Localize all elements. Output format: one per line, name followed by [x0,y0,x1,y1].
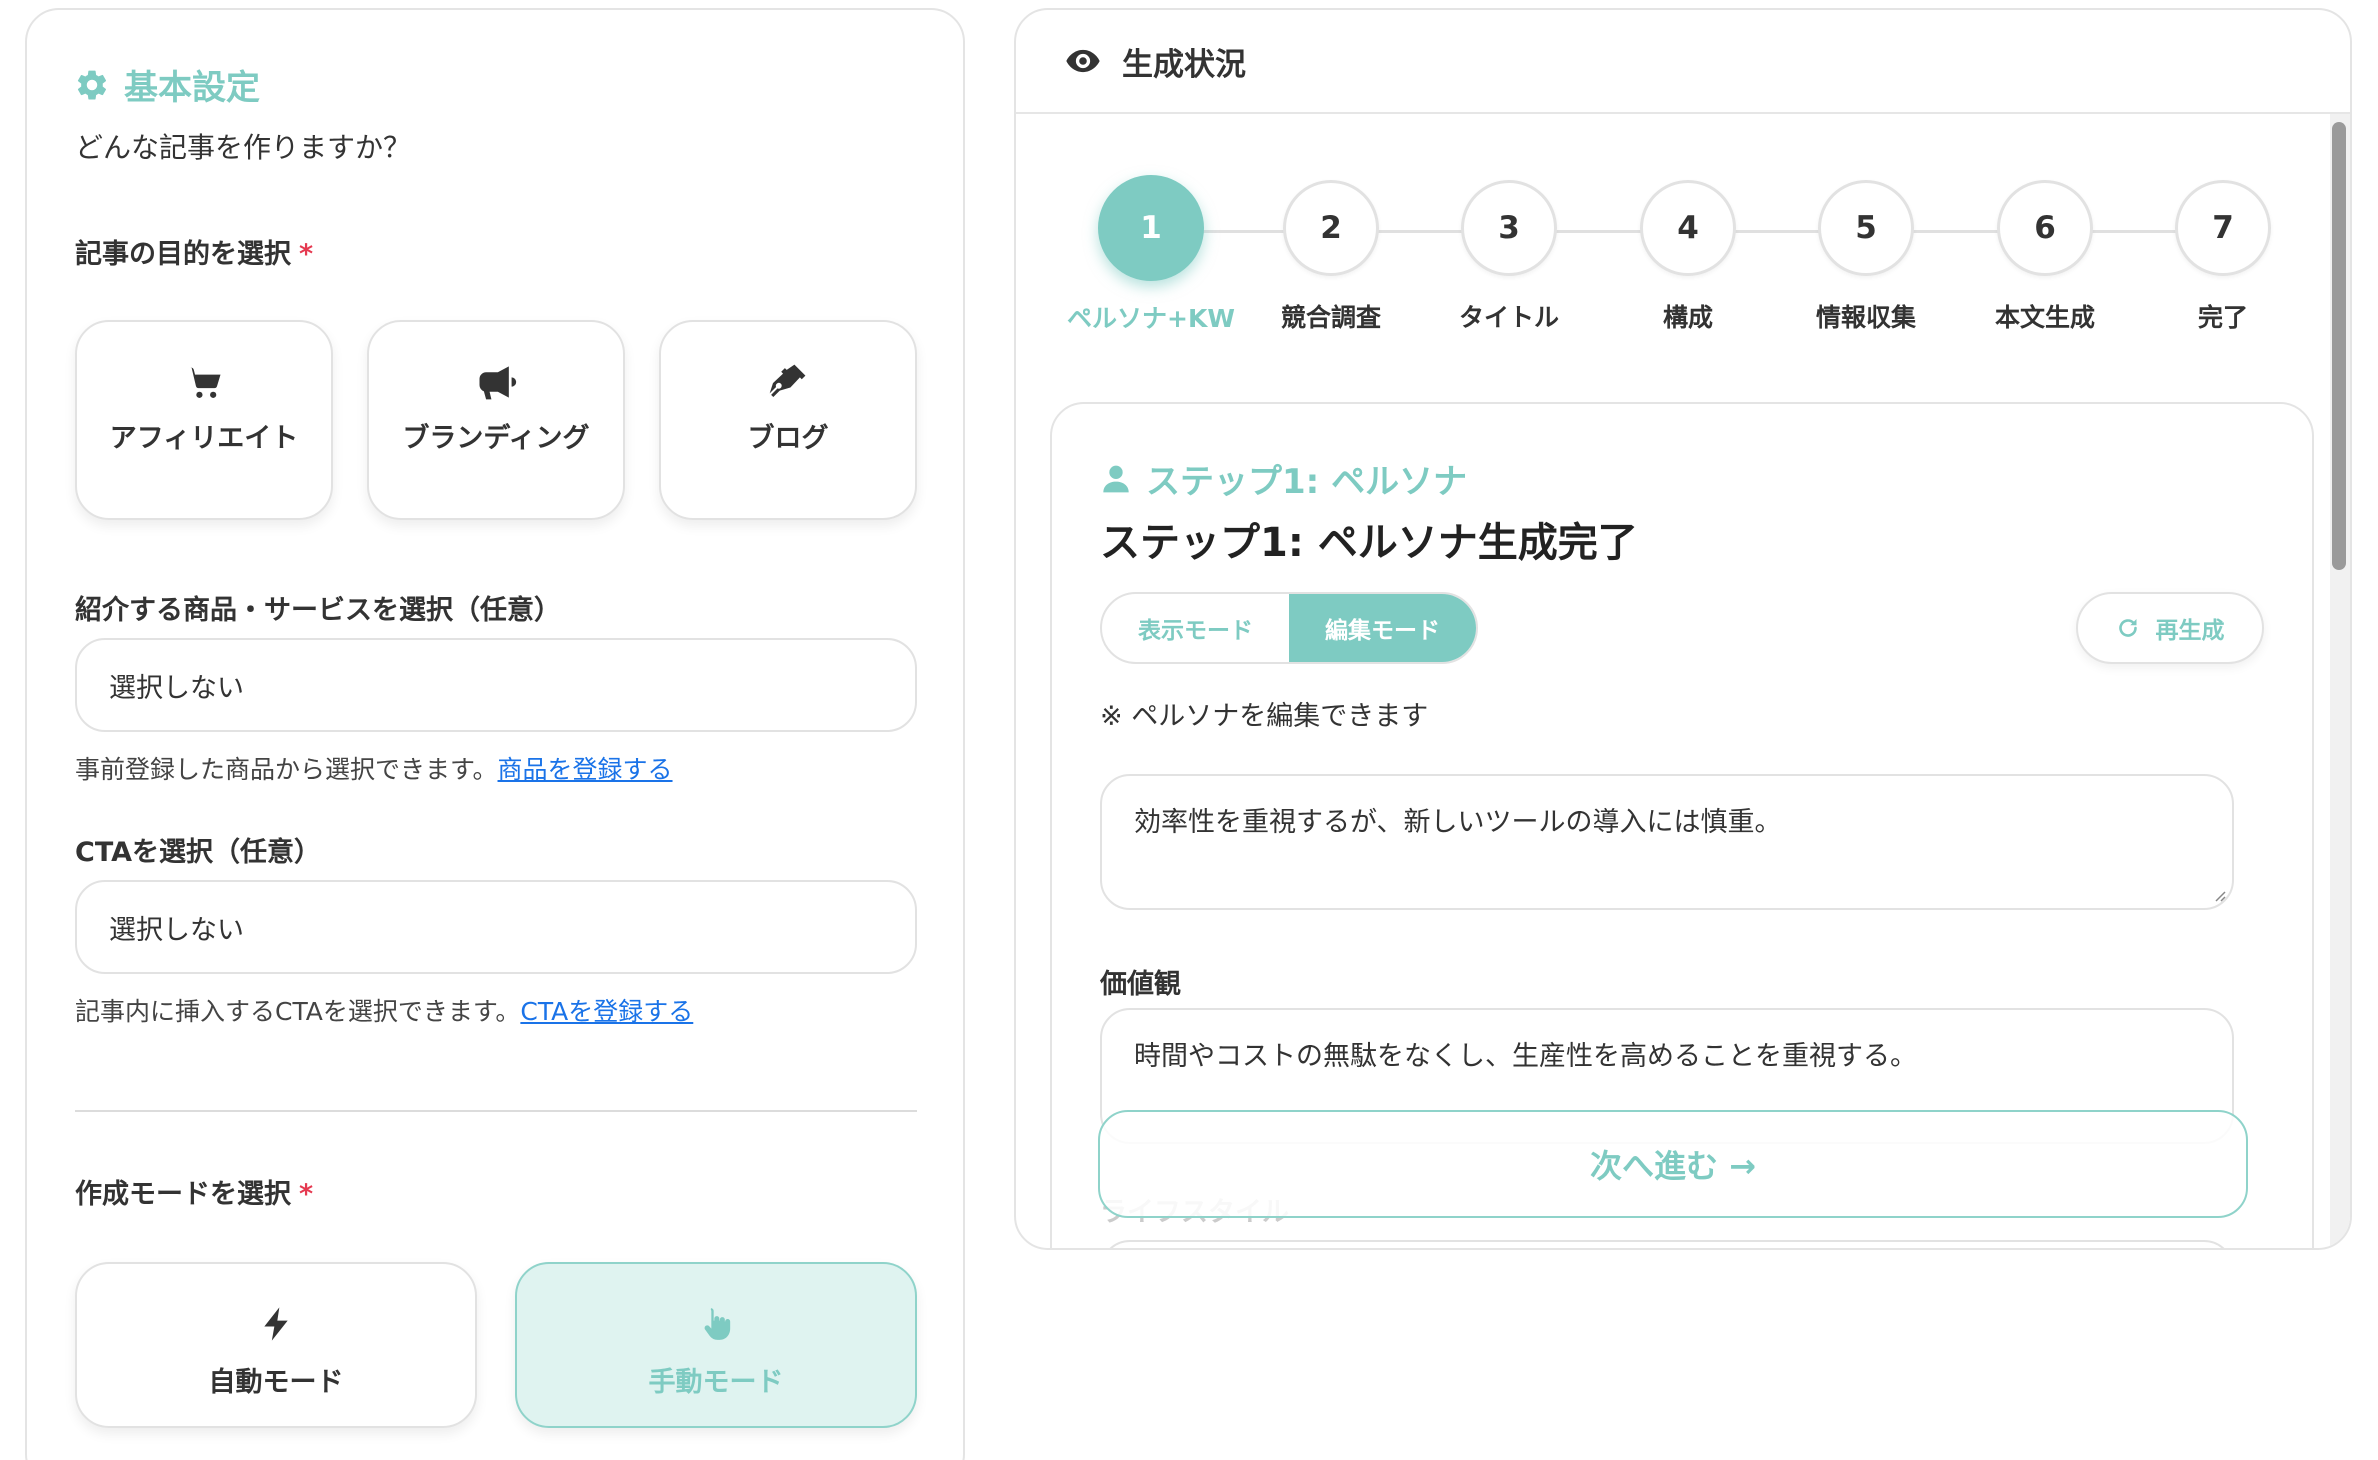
purpose-card-label: ブランディング [402,423,590,454]
required-mark: * [299,1179,314,1210]
cart-icon [187,367,221,398]
step-4[interactable]: 4 構成 [1603,180,1773,334]
step-label: 本文生成 [1994,303,2095,332]
values-label: 価値観 [1100,969,1181,1000]
product-select[interactable]: 選択しない [75,638,917,732]
step-2[interactable]: 2 競合調査 [1246,180,1416,334]
register-cta-link[interactable]: CTAを登録する [520,997,693,1026]
next-step-button[interactable]: 次へ進む → [1098,1110,2248,1218]
hand-pointer-icon [704,1308,731,1340]
regenerate-label: 再生成 [2155,618,2225,644]
step-number: 1 [1098,175,1204,281]
mode-card-label: 自動モード [208,1367,344,1398]
product-label: 紹介する商品・サービスを選択（任意） [75,595,561,626]
mode-label-text: 作成モードを選択 [75,1179,291,1210]
persona-trait-textarea[interactable]: 効率性を重視するが、新しいツールの導入には慎重。 [1100,774,2234,910]
view-mode-tab[interactable]: 表示モード [1102,594,1289,662]
mode-card-auto[interactable]: 自動モード [75,1262,477,1428]
step-5[interactable]: 5 情報収集 [1781,180,1951,334]
step-number: 3 [1461,180,1557,276]
mode-label: 作成モードを選択 * [75,1172,313,1211]
step-6[interactable]: 6 本文生成 [1960,180,2130,334]
step-number: 5 [1818,180,1914,276]
cta-select[interactable]: 選択しない [75,880,917,974]
step-number: 2 [1283,180,1379,276]
purpose-label-text: 記事の目的を選択 [75,239,291,270]
mode-card-manual[interactable]: 手動モード [515,1262,917,1428]
edit-mode-tab[interactable]: 編集モード [1289,594,1476,662]
cta-help-text: 記事内に挿入するCTAを選択できます。 [75,997,521,1026]
purpose-card-blog[interactable]: ブログ [659,320,917,520]
persona-trait-text: 効率性を重視するが、新しいツールの導入には慎重。 [1134,807,1782,838]
persona-step-heading: ステップ1: ペルソナ [1100,454,1467,503]
purpose-card-affiliate[interactable]: アフィリエイト [75,320,333,520]
cta-label: CTAを選択（任意） [75,837,322,868]
step-number: 6 [1997,180,2093,276]
required-mark: * [299,239,314,270]
step-label: 情報収集 [1815,303,1916,332]
step-number: 4 [1640,180,1736,276]
regenerate-button[interactable]: 再生成 [2076,592,2264,664]
section-divider [75,1110,917,1112]
persona-step-subtitle: ステップ1: ペルソナ [1146,462,1468,502]
mode-card-label: 手動モード [648,1367,784,1398]
step-7[interactable]: 7 完了 [2138,180,2308,334]
persona-step-title: ステップ1: ペルソナ生成完了 [1100,520,1638,566]
megaphone-icon [479,366,517,400]
step-number: 7 [2175,180,2271,276]
step-3[interactable]: 3 タイトル [1424,180,1594,334]
step-label: 競合調査 [1280,303,1381,332]
step-1[interactable]: 1 ペルソナ+KW [1066,175,1236,335]
purpose-card-branding[interactable]: ブランディング [367,320,625,520]
product-help-text: 事前登録した商品から選択できます。 [75,755,498,784]
refresh-icon [2118,619,2137,637]
step-label: タイトル [1458,303,1559,332]
eye-icon [1066,49,1100,73]
basic-settings-heading: 基本設定 [74,60,260,109]
view-mode-toggle: 表示モード 編集モード [1100,592,1478,664]
basic-settings-subtitle: どんな記事を作りますか？ [75,131,412,164]
values-text: 時間やコストの無駄をなくし、生産性を高めることを重視する。 [1134,1041,1917,1072]
resize-grip-icon[interactable] [2210,886,2226,902]
step-label: 構成 [1662,303,1713,332]
generation-status-panel: 生成状況 1 ペルソナ+KW 2 競合調査 3 タイトル 4 構成 5 情報収集… [1014,8,2352,1250]
scrollbar-thumb[interactable] [2332,122,2346,570]
basic-settings-title: 基本設定 [124,68,260,108]
lifestyle-textarea[interactable] [1100,1240,2234,1248]
generation-status-header: 生成状況 [1016,10,2350,114]
purpose-card-label: アフィリエイト [109,423,299,454]
cta-help: 記事内に挿入するCTAを選択できます。CTAを登録する [75,992,693,1028]
register-product-link[interactable]: 商品を登録する [498,755,673,784]
gear-icon [77,70,107,100]
edit-note: ※ ペルソナを編集できます [1100,701,1429,732]
product-help: 事前登録した商品から選択できます。商品を登録する [75,750,673,786]
purpose-card-label: ブログ [747,423,829,454]
step-label: 完了 [2197,303,2248,332]
bolt-icon [264,1307,288,1341]
pen-icon [769,364,806,398]
user-icon [1103,465,1129,492]
step-label: ペルソナ+KW [1067,304,1235,333]
generation-status-title: 生成状況 [1122,46,1246,83]
purpose-label: 記事の目的を選択 * [75,232,313,271]
basic-settings-panel: 基本設定 どんな記事を作りますか？ 記事の目的を選択 * アフィリエイト ブランデ… [25,8,965,1460]
